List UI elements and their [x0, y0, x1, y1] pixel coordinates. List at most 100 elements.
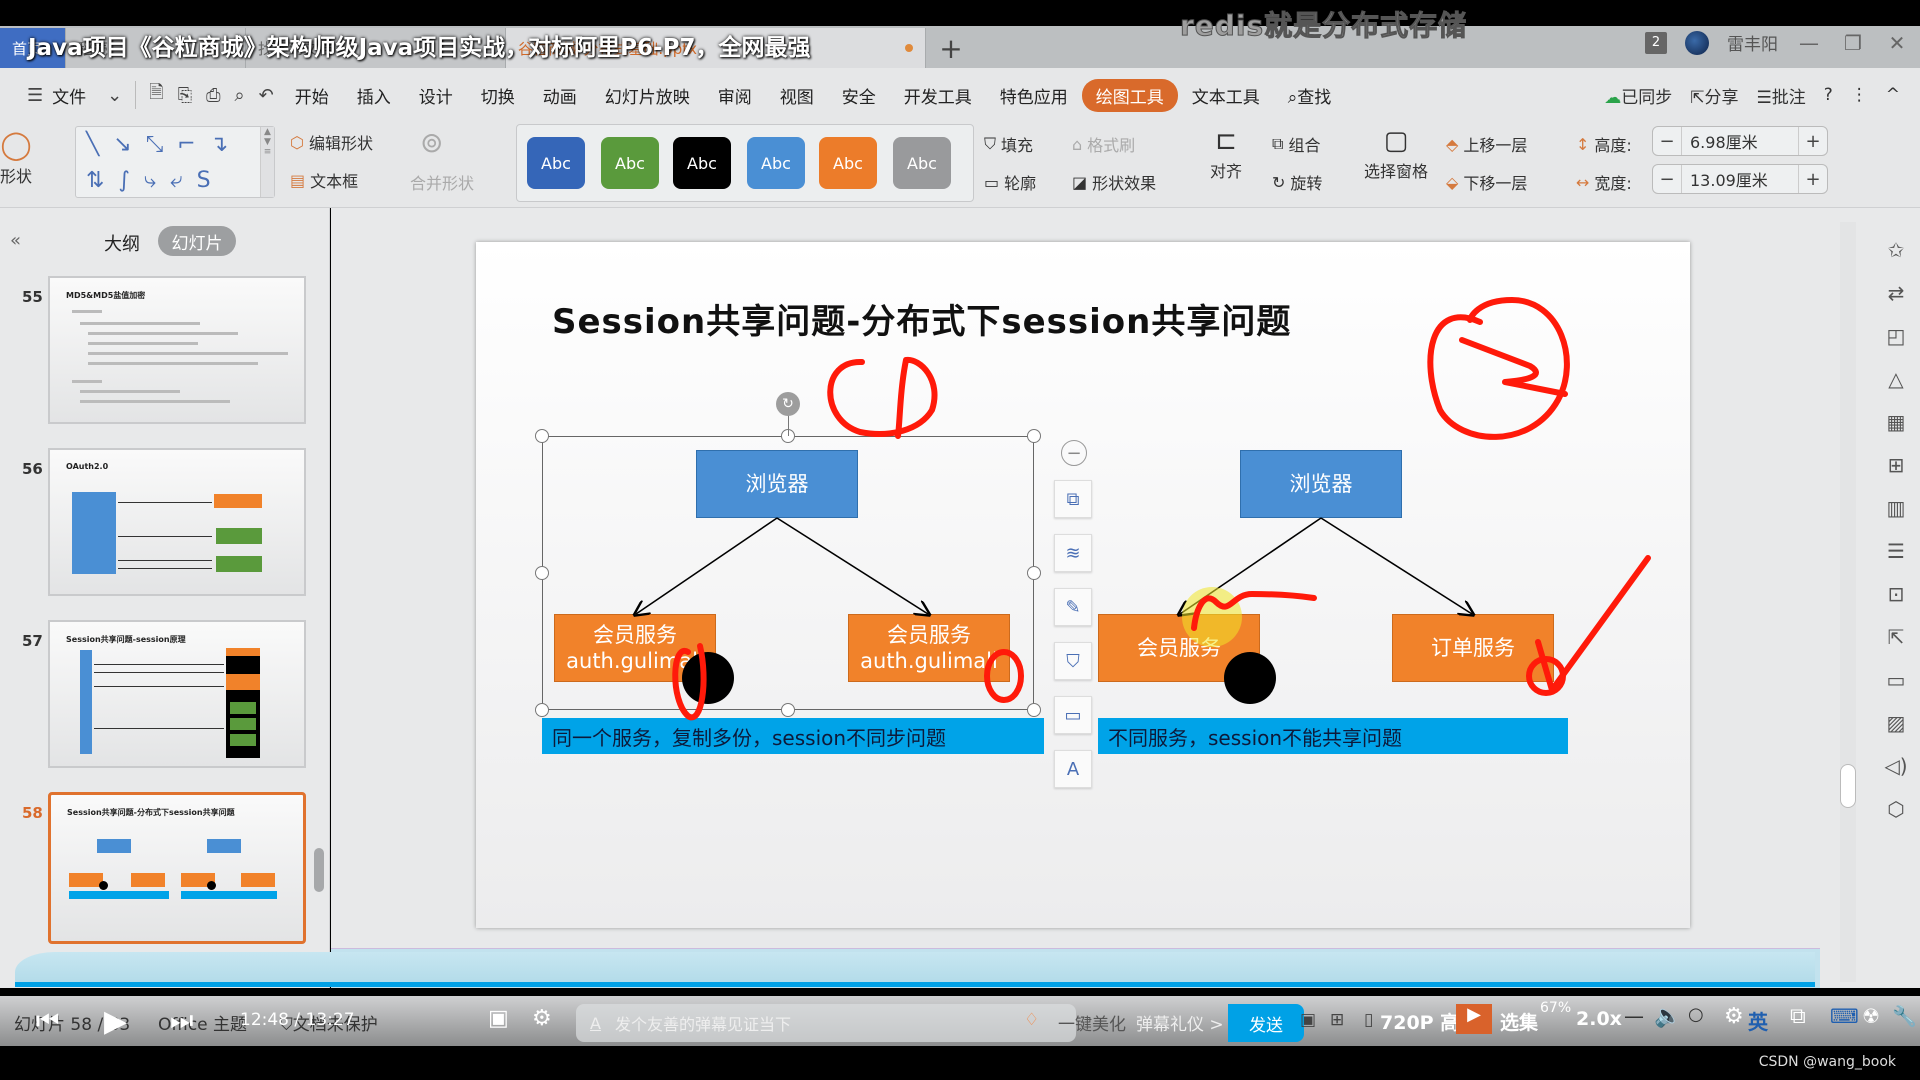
height-decrement[interactable]: − — [1653, 131, 1681, 152]
resize-handle-sw[interactable] — [535, 703, 549, 717]
height-increment[interactable]: + — [1799, 131, 1827, 152]
shape-effects-button[interactable]: ◪ 形状效果 — [1072, 170, 1156, 194]
fill-bucket-icon[interactable]: ⛉ — [1054, 642, 1092, 680]
file-menu[interactable]: 文件 — [50, 83, 100, 108]
table-icon[interactable]: ▦ — [1887, 410, 1906, 434]
text-style-icon[interactable]: A — [590, 1014, 601, 1033]
send-backward-button[interactable]: ⬙ 下移一层 — [1446, 170, 1527, 194]
group-button[interactable]: ⧉ 组合 — [1272, 132, 1320, 156]
text-art-icon[interactable]: △ — [1888, 367, 1903, 391]
curve-arrow-icon[interactable]: ⤷ — [144, 167, 156, 195]
zoom-slider-handle[interactable]: ○ — [1688, 1004, 1704, 1025]
curve-double-arrow-icon[interactable]: ⤶ — [170, 167, 182, 195]
browser-box-right[interactable]: 浏览器 — [1240, 450, 1402, 518]
gallery-scroll[interactable]: ▲ ▼ ≡ — [260, 127, 274, 197]
fill-button[interactable]: ⛉ 填充 — [984, 132, 1033, 156]
slide-title[interactable]: Session共享问题-分布式下session共享问题 — [552, 294, 1291, 343]
style-preset-4[interactable]: Abc — [747, 137, 805, 189]
menu-tab-review[interactable]: 审阅 — [704, 83, 766, 108]
previous-icon[interactable]: ⏮ — [36, 1006, 59, 1037]
fullscreen-window-icon[interactable]: ⧉ — [1790, 1004, 1806, 1029]
picture-gallery-icon[interactable]: ⊡ — [1888, 582, 1905, 606]
send-danmaku-button[interactable]: 发送 — [1228, 1004, 1304, 1042]
width-increment[interactable]: + — [1799, 169, 1827, 190]
user-avatar[interactable] — [1685, 30, 1709, 55]
ime-tools-icon[interactable]: ☢ — [1862, 1004, 1880, 1028]
resize-handle-ne[interactable] — [1027, 429, 1041, 443]
shapes-icon[interactable]: ◰ — [1887, 324, 1906, 348]
shape-button[interactable]: ◯ 形状 — [0, 128, 32, 187]
volume-icon[interactable]: 🔈 — [1654, 1004, 1681, 1029]
notification-badge[interactable]: 2 — [1645, 31, 1667, 54]
selection-frame[interactable] — [542, 436, 1034, 710]
menu-tab-home[interactable]: 开始 — [281, 83, 343, 108]
elbow-connector-icon[interactable]: ⌐ — [177, 131, 195, 159]
print-icon[interactable]: ⎙ — [199, 85, 227, 106]
danmaku-settings-icon[interactable]: ⚙ — [532, 1006, 552, 1031]
resize-handle-s[interactable] — [781, 703, 795, 717]
outline-button[interactable]: ▭ 轮廓 — [984, 170, 1036, 194]
style-preset-6[interactable]: Abc — [893, 137, 951, 189]
play-slideshow-icon[interactable]: ▶ — [1456, 1004, 1492, 1034]
resize-handle-nw[interactable] — [535, 429, 549, 443]
menu-tab-animation[interactable]: 动画 — [529, 83, 591, 108]
curve-connector-icon[interactable]: ∫ — [118, 167, 129, 195]
text-box-icon[interactable]: A — [1054, 750, 1092, 788]
play-icon[interactable]: ▶ — [104, 1004, 127, 1039]
hamburger-icon[interactable]: ☰ — [20, 85, 50, 106]
zoom-level[interactable]: 67% — [1540, 1000, 1571, 1016]
style-preset-2[interactable]: Abc — [601, 137, 659, 189]
caption-left[interactable]: 同一个服务，复制多份，session不同步问题 — [542, 718, 1044, 754]
layers-icon[interactable]: ≋ — [1054, 534, 1092, 572]
chart-icon[interactable]: ▥ — [1887, 496, 1906, 520]
export-icon[interactable]: ⎘ — [171, 85, 199, 106]
tab-outline[interactable]: 大纲 — [104, 230, 140, 256]
menu-tab-view[interactable]: 视图 — [766, 83, 828, 108]
close-button[interactable]: ✕ — [1884, 31, 1910, 55]
print-preview-icon[interactable]: ⌕ — [228, 85, 252, 106]
comment-button[interactable]: ☰批注 — [1756, 83, 1805, 108]
restore-button[interactable]: ❐ — [1840, 31, 1866, 55]
bring-forward-button[interactable]: ⬘ 上移一层 — [1446, 132, 1527, 156]
danmaku-input[interactable]: A 发个友善的弹幕见证当下 — [576, 1004, 1076, 1042]
export-icon[interactable]: ⇱ — [1888, 625, 1905, 649]
order-service-box[interactable]: 订单服务 — [1392, 614, 1554, 682]
save-icon[interactable]: 🗎 — [142, 80, 170, 110]
height-input[interactable]: − 6.98厘米 + — [1652, 126, 1828, 156]
share-button[interactable]: ⇱分享 — [1690, 83, 1738, 108]
resize-handle-w[interactable] — [535, 566, 549, 580]
reading-view-icon[interactable]: ▯ — [1364, 1010, 1373, 1030]
rotate-button[interactable]: ↻ 旋转 — [1272, 170, 1322, 194]
zoom-out-icon[interactable]: — — [1624, 1004, 1644, 1028]
style-preset-5[interactable]: Abc — [819, 137, 877, 189]
width-value[interactable]: 13.09厘米 — [1681, 165, 1799, 193]
slide-thumbnail-58[interactable]: Session共享问题-分布式下session共享问题 — [48, 792, 306, 944]
width-input[interactable]: − 13.09厘米 + — [1652, 164, 1828, 194]
align-button[interactable]: ⊏ 对齐 — [1210, 126, 1242, 182]
collapse-panel-icon[interactable]: « — [10, 230, 21, 251]
style-preset-3[interactable]: Abc — [673, 137, 731, 189]
keyboard-icon[interactable]: ⌨ — [1830, 1004, 1859, 1028]
wrench-icon[interactable]: 🔧 — [1892, 1004, 1917, 1028]
help-button[interactable]: ? — [1824, 85, 1833, 105]
caption-right[interactable]: 不同服务，session不能共享问题 — [1098, 718, 1568, 754]
image-icon[interactable]: ▨ — [1887, 711, 1906, 735]
settings-gear-icon[interactable]: ⚙ — [1724, 1004, 1744, 1029]
undo-icon[interactable]: ↶ — [252, 85, 281, 106]
style-preset-1[interactable]: Abc — [527, 137, 585, 189]
height-value[interactable]: 6.98厘米 — [1681, 127, 1799, 155]
textbox-button[interactable]: ▤ 文本框 — [290, 168, 358, 192]
menu-tab-slideshow[interactable]: 幻灯片放映 — [591, 83, 704, 108]
menu-tab-text-tools[interactable]: 文本工具 — [1178, 83, 1274, 108]
beautify-button[interactable]: 一键美化 — [1058, 1010, 1126, 1035]
new-tab-button[interactable]: + — [926, 28, 976, 68]
elbow-arrow-icon[interactable]: ↴ — [210, 131, 228, 159]
next-icon[interactable]: ⏭ — [170, 1006, 193, 1037]
width-decrement[interactable]: − — [1653, 169, 1681, 190]
merge-shape-button[interactable]: 合并形状 — [410, 170, 474, 194]
curve-icon[interactable]: S — [197, 167, 211, 195]
line-shape-gallery[interactable]: ╲ ↘ ⤡ ⌐ ↴ ⇅ ∫ ⤷ ⤶ S ▲ ▼ ≡ — [75, 126, 275, 198]
transition-icon[interactable]: ⇄ — [1888, 281, 1905, 305]
format-painter-button[interactable]: ⌂ 格式刷 — [1072, 132, 1135, 156]
canvas-scroll-thumb[interactable] — [1840, 764, 1856, 808]
